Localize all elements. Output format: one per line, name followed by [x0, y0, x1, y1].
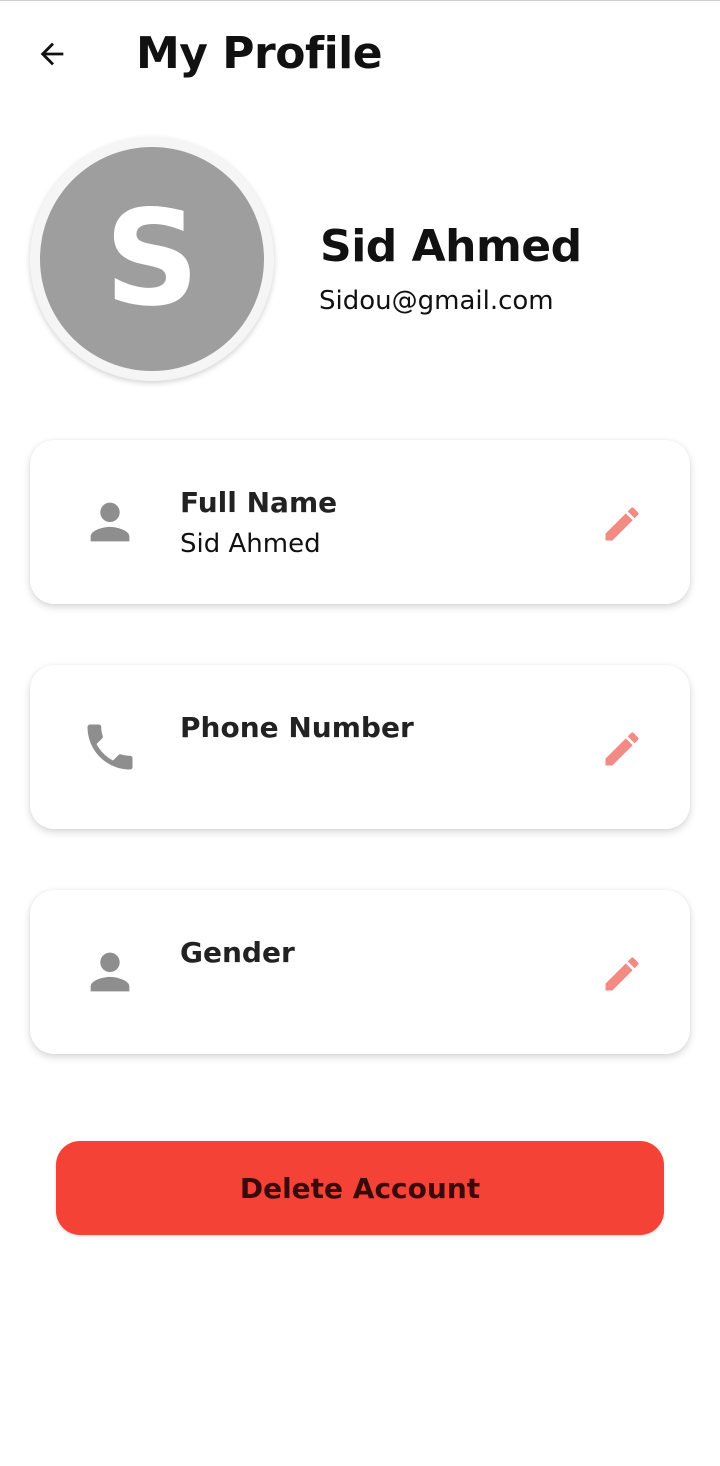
edit-full-name-button[interactable]: [598, 500, 646, 548]
phone-number-card: Phone Number: [30, 665, 690, 829]
arrow-left-icon: [40, 42, 64, 66]
phone-icon: [80, 715, 140, 779]
phone-number-label: Phone Number: [180, 711, 414, 744]
person-icon: [80, 940, 140, 1004]
profile-screen: My Profile S Sid Ahmed Sidou@gmail.com F…: [0, 0, 720, 1466]
edit-phone-number-button[interactable]: [598, 725, 646, 773]
full-name-label: Full Name: [180, 486, 338, 519]
profile-name: Sid Ahmed: [320, 221, 582, 272]
profile-email: Sidou@gmail.com: [319, 286, 554, 316]
gender-label: Gender: [180, 936, 295, 969]
delete-account-button[interactable]: Delete Account: [56, 1141, 664, 1235]
edit-gender-button[interactable]: [598, 950, 646, 998]
pencil-icon: [605, 957, 639, 991]
avatar-container: S: [30, 137, 274, 381]
pencil-icon: [605, 732, 639, 766]
person-icon: [80, 490, 140, 554]
gender-card: Gender: [30, 890, 690, 1054]
pencil-icon: [605, 507, 639, 541]
page-title: My Profile: [136, 28, 383, 79]
full-name-value: Sid Ahmed: [180, 529, 321, 559]
back-button[interactable]: [28, 31, 76, 77]
avatar: S: [40, 147, 264, 371]
full-name-card: Full Name Sid Ahmed: [30, 440, 690, 604]
